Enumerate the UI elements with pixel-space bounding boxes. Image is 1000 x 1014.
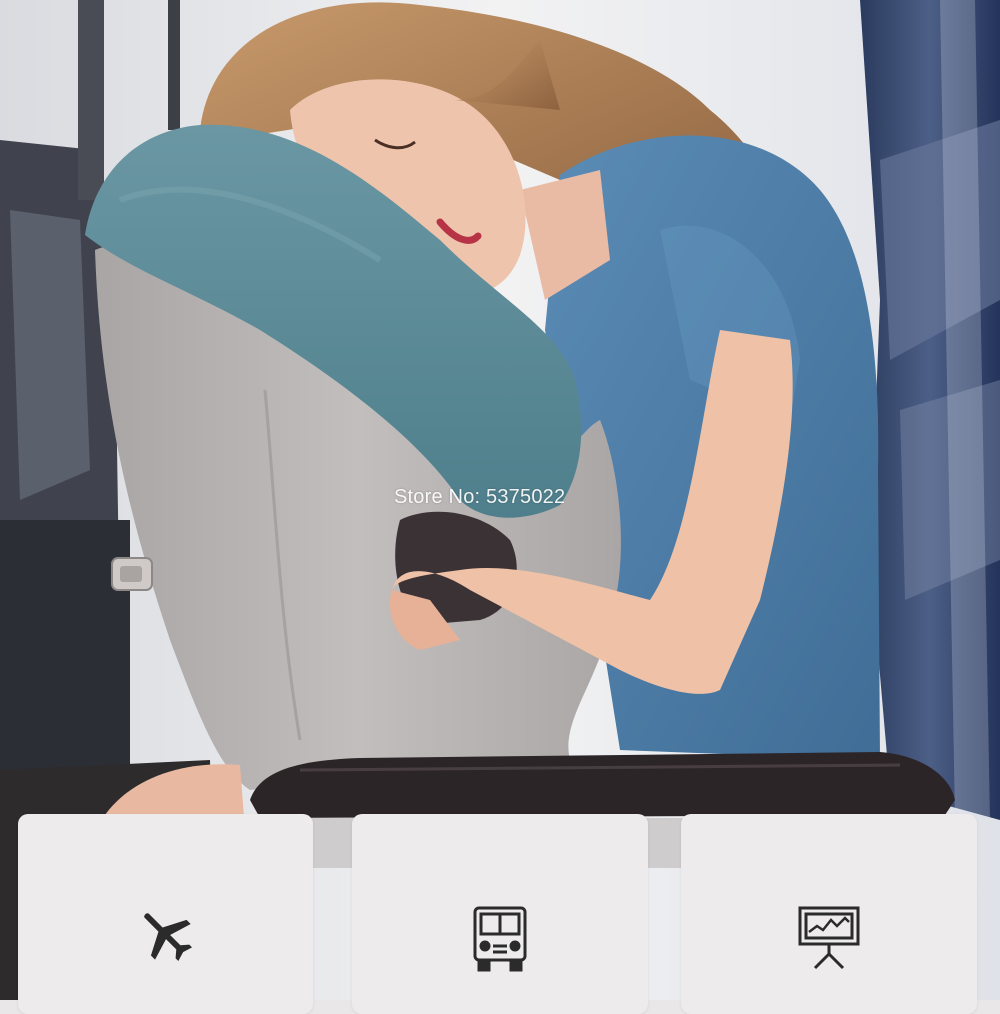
usage-card-office <box>681 814 977 1014</box>
store-watermark: Store No: 5375022 <box>394 486 566 508</box>
armrest <box>250 752 955 818</box>
usage-card-car <box>352 814 648 1014</box>
airplane-icon <box>135 904 197 971</box>
car-icon <box>471 904 529 981</box>
presentation-board-icon <box>797 904 861 975</box>
usage-card-airplane <box>18 814 313 1014</box>
